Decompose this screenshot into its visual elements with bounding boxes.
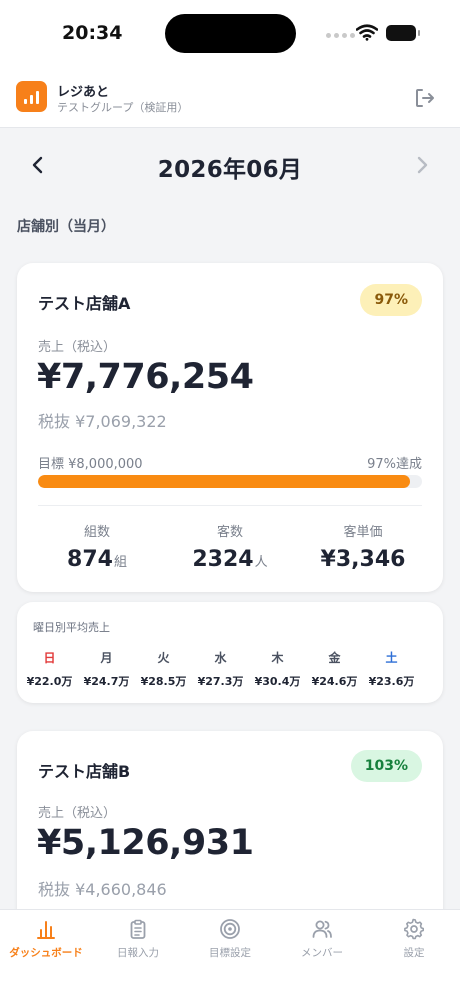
stat-label: 組数 [83, 525, 110, 540]
store-name: テスト店舗A [38, 294, 131, 313]
divider [38, 505, 422, 506]
sales-value: ¥7,776,254 [37, 357, 254, 397]
tab-label: 日報入力 [117, 947, 159, 959]
tab-label: メンバー [301, 947, 343, 959]
chevron-right-icon[interactable] [410, 152, 434, 178]
group-name: テストグループ（検証用） [57, 101, 189, 114]
weekday-grid: 日 ¥22.0万 月 ¥24.7万 火 ¥28.5万 水 ¥27.3万 木 ¥30.4万 … [21, 649, 439, 689]
stat-groups: 組数 874組 [33, 521, 161, 572]
store-card-a[interactable]: テスト店舗A 97% 売上（税込） ¥7,776,254 税抜 ¥7,069,3… [17, 263, 443, 592]
achievement-badge: 97% [360, 284, 422, 316]
weekday-value: ¥28.5万 [140, 675, 187, 688]
battery-icon [386, 25, 420, 41]
weekday-mon: 月 ¥24.7万 [78, 649, 135, 689]
sales-net: 税抜 ¥7,069,322 [38, 412, 167, 431]
weekday-value: ¥22.0万 [26, 675, 73, 688]
weekday-average-card: 曜日別平均売上 日 ¥22.0万 月 ¥24.7万 火 ¥28.5万 水 ¥27.3万 … [17, 602, 443, 703]
target-icon [220, 919, 240, 939]
stat-unit: 組 [113, 555, 127, 570]
stat-value: 874組 [33, 547, 161, 572]
stat-number: 2324 [192, 547, 254, 572]
weekday-label: 金 [328, 651, 341, 665]
weekday-sat: 土 ¥23.6万 [363, 649, 420, 689]
progress-fill [38, 475, 411, 488]
weekday-value: ¥27.3万 [197, 675, 244, 688]
app-header: レジあと テストグループ（検証用） [0, 68, 460, 128]
weekday-thu: 木 ¥30.4万 [249, 649, 306, 689]
weekday-value: ¥30.4万 [254, 675, 301, 688]
weekday-value: ¥23.6万 [368, 675, 415, 688]
stat-number: 874 [67, 547, 113, 572]
stat-customers: 客数 2324人 [166, 521, 294, 572]
app-logo-icon [16, 81, 47, 112]
stat-value: 2324人 [166, 547, 294, 572]
weekday-label: 月 [100, 651, 113, 665]
tab-settings[interactable]: 設定 [368, 910, 460, 1000]
sales-label: 売上（税込） [38, 806, 117, 821]
clipboard-icon [130, 919, 146, 939]
section-label: 店舗別（当月） [17, 219, 115, 235]
weekday-value: ¥24.7万 [83, 675, 130, 688]
stat-number: ¥3,346 [320, 547, 406, 572]
store-name: テスト店舗B [38, 762, 131, 781]
signal-icon [326, 33, 355, 38]
users-icon [312, 920, 332, 938]
stat-avg-spend: 客単価 ¥3,346 [299, 521, 427, 572]
target-label: 目標 ¥8,000,000 [38, 457, 143, 472]
stat-label: 客数 [216, 525, 243, 540]
dynamic-island [165, 14, 296, 53]
tab-bar: ダッシュボード 日報入力 目標設定 メンバー 設定 [0, 909, 460, 1000]
weekday-label: 水 [214, 651, 227, 665]
weekday-fri: 金 ¥24.6万 [306, 649, 363, 689]
logout-icon[interactable] [412, 85, 438, 111]
weekday-label: 木 [271, 651, 284, 665]
status-bar: 20:34 [0, 0, 460, 68]
weekday-wed: 水 ¥27.3万 [192, 649, 249, 689]
weekday-value: ¥24.6万 [311, 675, 358, 688]
tab-label: ダッシュボード [9, 947, 83, 959]
sales-value: ¥5,126,931 [37, 823, 254, 863]
achievement-label: 97%達成 [367, 457, 422, 472]
tab-dashboard[interactable]: ダッシュボード [0, 910, 92, 1000]
gear-icon [404, 918, 424, 940]
weekday-label: 火 [157, 651, 170, 665]
stat-unit: 人 [254, 555, 268, 570]
tab-target-settings[interactable]: 目標設定 [184, 910, 276, 1000]
stat-value: ¥3,346 [299, 547, 427, 572]
month-title: 2026年06月 [157, 157, 303, 183]
weekday-title: 曜日別平均売上 [33, 621, 110, 634]
sales-label: 売上（税込） [38, 340, 117, 355]
progress-bar [38, 475, 422, 488]
wifi-icon [356, 24, 378, 41]
weekday-sun: 日 ¥22.0万 [21, 649, 78, 689]
tab-label: 設定 [403, 947, 425, 959]
app-name: レジあと [57, 85, 110, 100]
sales-net: 税抜 ¥4,660,846 [38, 880, 167, 899]
weekday-tue: 火 ¥28.5万 [135, 649, 192, 689]
tab-daily-report[interactable]: 日報入力 [92, 910, 184, 1000]
status-time: 20:34 [62, 22, 123, 44]
tab-label: 目標設定 [209, 947, 251, 959]
stat-label: 客単価 [343, 525, 383, 540]
achievement-badge: 103% [350, 750, 422, 782]
weekday-label: 土 [385, 651, 398, 665]
tab-members[interactable]: メンバー [276, 910, 368, 1000]
bar-chart-icon [37, 921, 55, 939]
weekday-label: 日 [43, 651, 56, 665]
